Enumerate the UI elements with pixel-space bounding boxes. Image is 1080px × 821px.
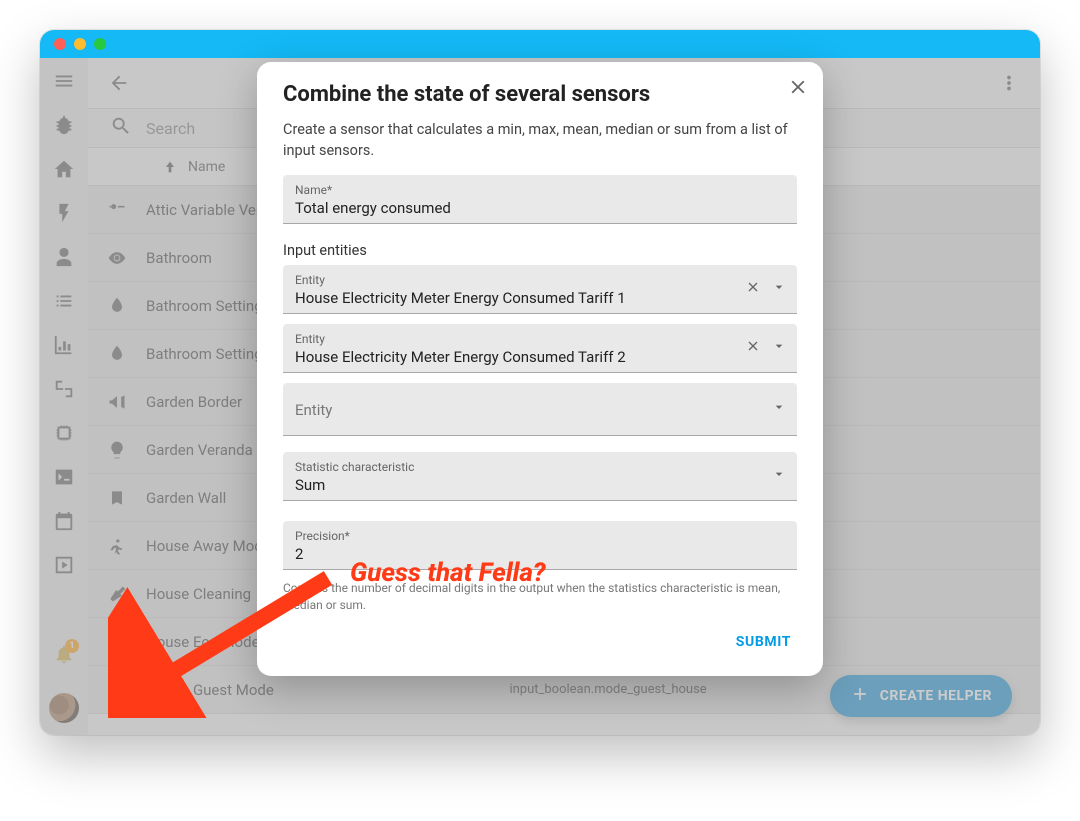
mac-window: 1 Name Attic Variable Ventilation Bathro: [40, 30, 1040, 735]
chevron-down-icon[interactable]: [771, 466, 787, 486]
entity-2-value: House Electricity Meter Energy Consumed …: [295, 348, 785, 366]
clear-icon[interactable]: [745, 279, 761, 299]
entity-1-value: House Electricity Meter Energy Consumed …: [295, 289, 785, 307]
statistic-value: Sum: [295, 476, 785, 494]
annotation-text: Guess that Fella?: [350, 558, 546, 588]
dialog-description: Create a sensor that calculates a min, m…: [283, 119, 797, 161]
name-field-label: Name*: [295, 183, 785, 197]
name-field[interactable]: Name* Total energy consumed: [283, 175, 797, 224]
chevron-down-icon[interactable]: [771, 399, 787, 419]
chevron-down-icon[interactable]: [771, 279, 787, 299]
submit-button[interactable]: SUBMIT: [730, 624, 797, 660]
statistic-field[interactable]: Statistic characteristic Sum: [283, 452, 797, 501]
entity-empty-placeholder: Entity: [295, 401, 785, 419]
maximize-window-button[interactable]: [94, 38, 106, 50]
entity-empty-field[interactable]: Entity: [283, 383, 797, 436]
minimize-window-button[interactable]: [74, 38, 86, 50]
entity-2-field[interactable]: Entity House Electricity Meter Energy Co…: [283, 324, 797, 373]
dialog-title: Combine the state of several sensors: [283, 82, 797, 107]
clear-icon[interactable]: [745, 338, 761, 358]
dialog-close-button[interactable]: [787, 76, 809, 102]
name-field-value: Total energy consumed: [295, 199, 785, 217]
entity-1-field[interactable]: Entity House Electricity Meter Energy Co…: [283, 265, 797, 314]
input-entities-label: Input entities: [283, 242, 797, 259]
annotation-arrow-icon: [108, 568, 338, 718]
chevron-down-icon[interactable]: [771, 338, 787, 358]
close-window-button[interactable]: [54, 38, 66, 50]
titlebar: [40, 30, 1040, 58]
